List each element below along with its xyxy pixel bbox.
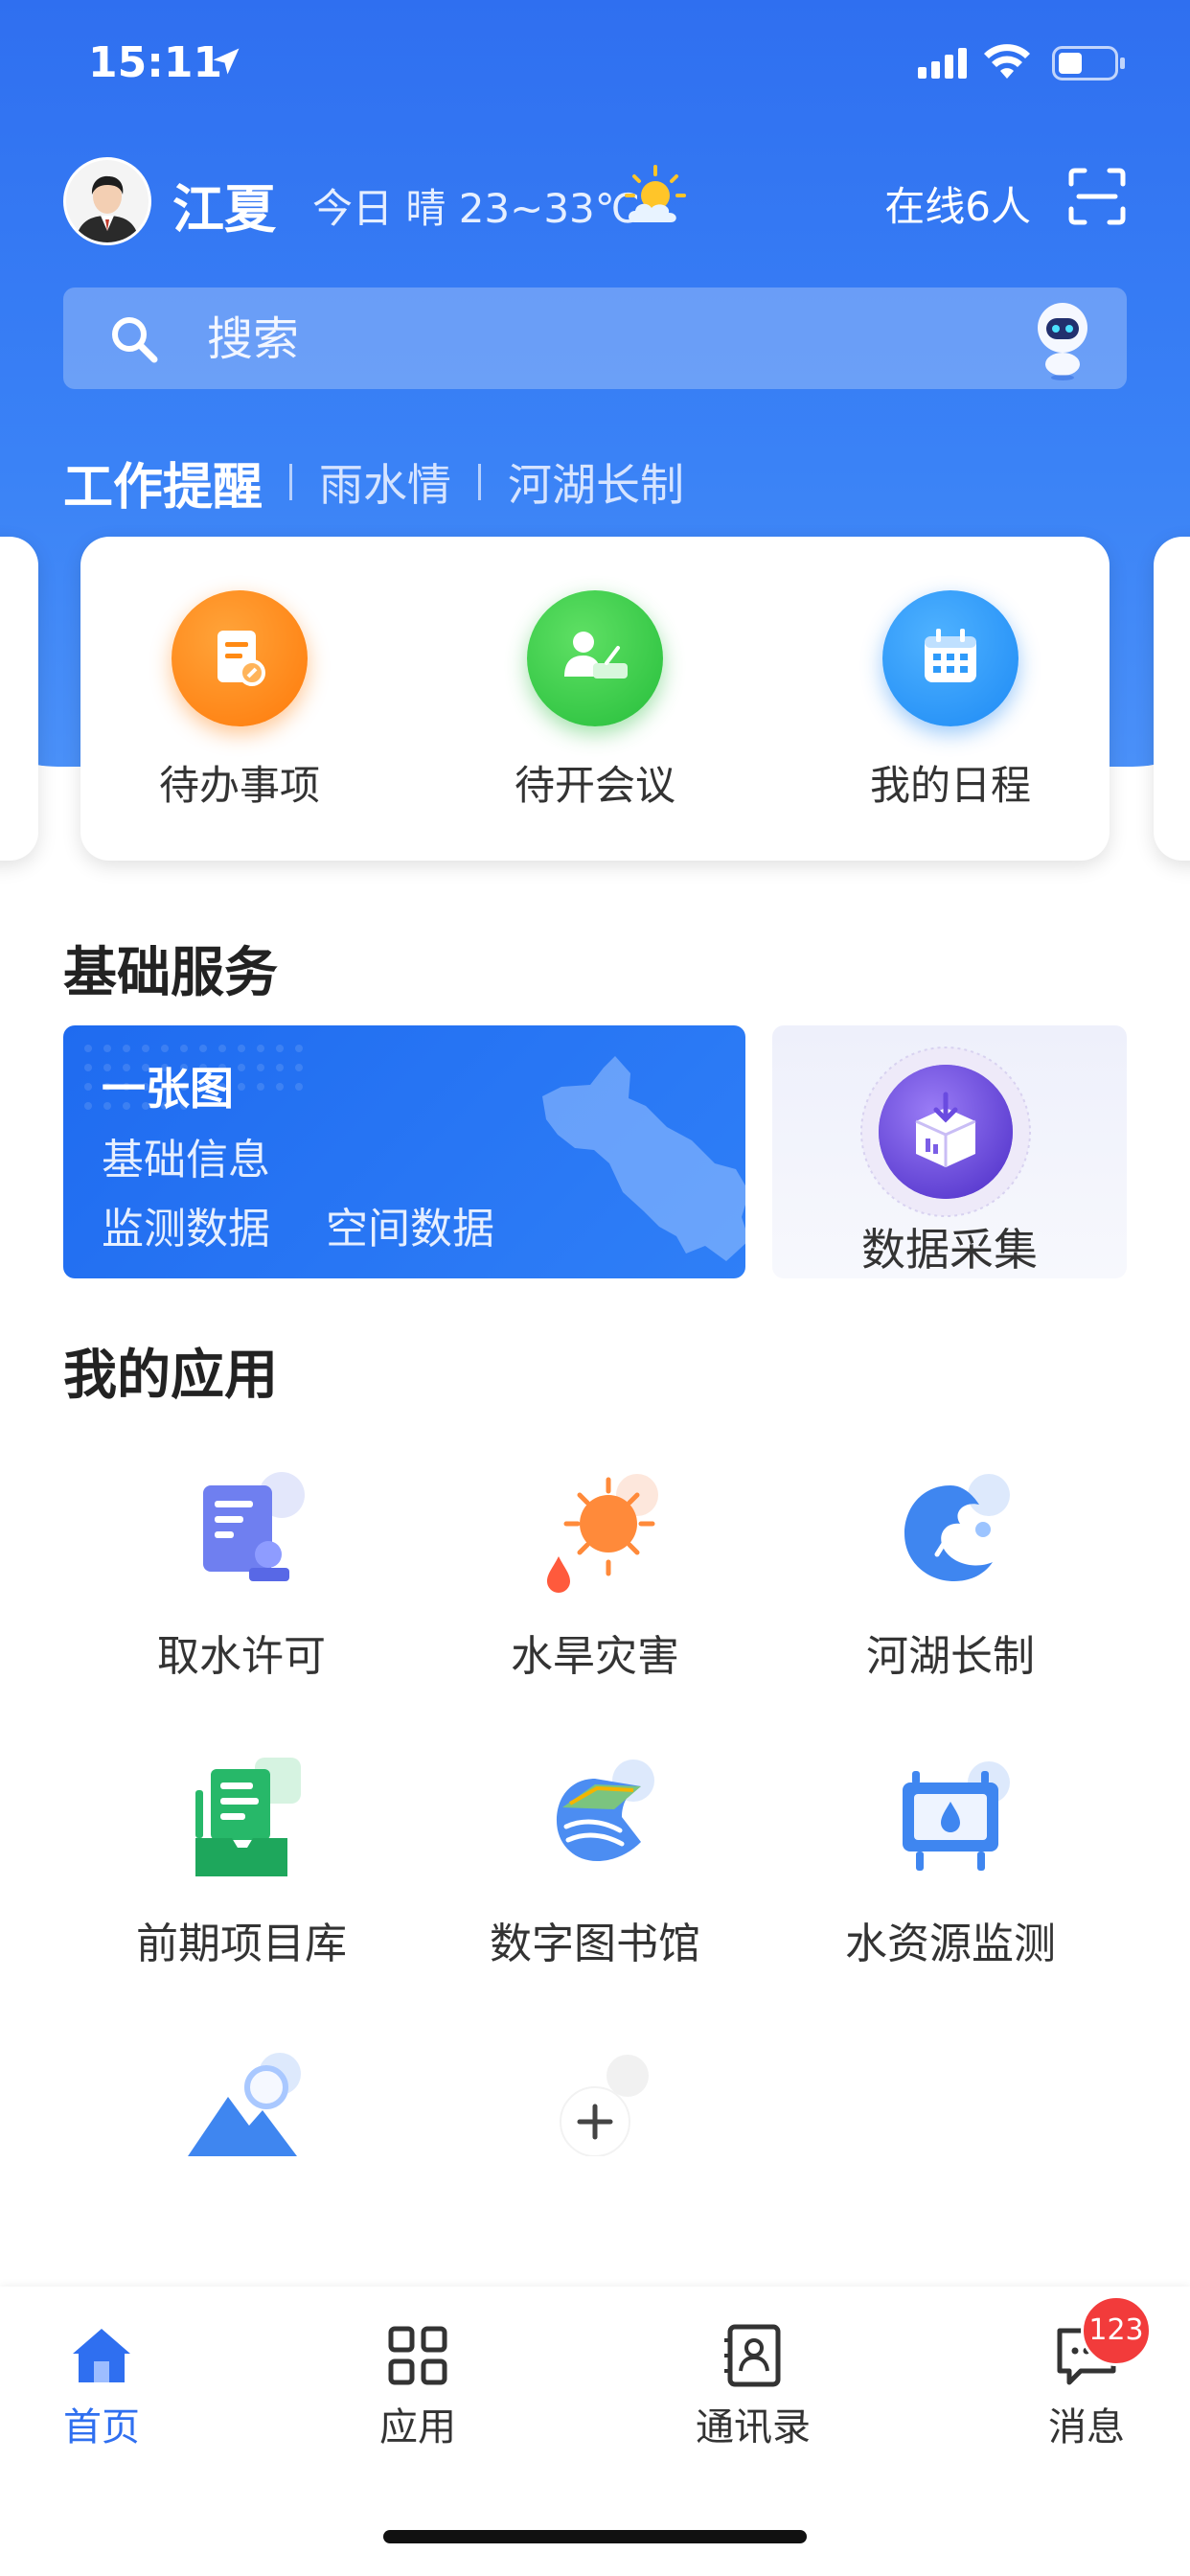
app-label: 取水许可 (157, 1632, 326, 1681)
contacts-icon (719, 2321, 788, 2390)
tabbar-apps[interactable]: 应用 (322, 2321, 514, 2451)
battery-icon (1052, 46, 1125, 80)
app-drought-flood[interactable]: 水旱灾害 (451, 1466, 739, 1683)
todo-icon (172, 590, 308, 726)
partly-sunny-icon (625, 165, 686, 222)
app-water-permit[interactable]: 取水许可 (98, 1466, 385, 1683)
tab-rain-water[interactable]: 雨水情 (319, 450, 451, 514)
water-permit-icon (174, 1466, 309, 1600)
quick-actions-card: 待办事项 待开会议 我的日程 (80, 537, 1110, 861)
tabbar-messages-label: 消息 (1048, 2405, 1125, 2450)
data-collection-card[interactable]: 数据采集 (772, 1025, 1127, 1278)
tabbar-home[interactable]: 首页 (6, 2321, 197, 2451)
location-arrow-icon (213, 48, 240, 75)
drought-flood-icon (528, 1466, 662, 1600)
tabbar-contacts-label: 通讯录 (696, 2405, 811, 2450)
todo-label: 待办事项 (158, 762, 320, 809)
project-library-icon (174, 1754, 309, 1888)
status-time: 15:11 (88, 38, 223, 87)
status-bar: 15:11 (0, 34, 1190, 96)
one-map-card[interactable]: 一张图 基础信息 监测数据 空间数据 (63, 1025, 745, 1278)
calendar-icon (882, 590, 1018, 726)
app-mountain[interactable] (98, 2041, 385, 2177)
water-monitor-icon (883, 1754, 1018, 1888)
meeting-icon (527, 590, 663, 726)
app-water-monitor[interactable]: 水资源监测 (807, 1754, 1094, 1970)
app-label: 前期项目库 (136, 1920, 347, 1968)
tab-river-lake[interactable]: 河湖长制 (508, 450, 684, 514)
wifi-icon (984, 44, 1030, 79)
online-count: 在线6人 (884, 183, 1031, 230)
message-count-badge: 123 (1081, 2295, 1152, 2366)
meeting-item[interactable]: 待开会议 (480, 590, 710, 812)
app-label: 水资源监测 (845, 1920, 1056, 1968)
app-label: 数字图书馆 (490, 1920, 700, 1968)
app-add[interactable] (451, 2041, 739, 2177)
river-lake-icon (883, 1466, 1018, 1600)
app-project-library[interactable]: 前期项目库 (98, 1754, 385, 1970)
home-indicator[interactable] (383, 2530, 807, 2543)
home-icon (67, 2321, 136, 2390)
tab-separator (478, 464, 482, 500)
weather-text: 今日 晴 23~33℃ (312, 185, 640, 232)
province-map-icon (542, 1056, 745, 1261)
one-map-title: 一张图 (102, 1063, 234, 1115)
carousel-next-card[interactable] (1154, 537, 1190, 861)
search-bar[interactable] (63, 288, 1127, 389)
mountain-icon (174, 2041, 309, 2156)
reminder-tabs: 工作提醒 雨水情 河湖长制 (63, 447, 684, 518)
tab-work-reminder[interactable]: 工作提醒 (63, 447, 263, 518)
carousel-prev-card[interactable] (0, 537, 38, 861)
app-label: 河湖长制 (866, 1632, 1035, 1681)
app-digital-library[interactable]: 数字图书馆 (451, 1754, 739, 1970)
tabbar-home-label: 首页 (63, 2405, 140, 2450)
apps-grid-icon (383, 2321, 452, 2390)
tabbar-apps-label: 应用 (379, 2405, 456, 2450)
app-river-lake[interactable]: 河湖长制 (807, 1466, 1094, 1683)
monitoring-data-link[interactable]: 监测数据 (102, 1194, 270, 1255)
tab-separator (289, 464, 293, 500)
my-apps-title: 我的应用 (63, 1345, 278, 1407)
robot-assistant-icon[interactable] (1027, 295, 1098, 381)
schedule-item[interactable]: 我的日程 (835, 590, 1065, 812)
app-label: 水旱灾害 (511, 1632, 679, 1681)
meeting-label: 待开会议 (514, 762, 675, 809)
avatar[interactable] (63, 157, 151, 245)
data-collection-label: 数据采集 (861, 1224, 1038, 1276)
scan-icon[interactable] (1067, 167, 1127, 226)
todo-item[interactable]: 待办事项 (125, 590, 355, 812)
tabbar-contacts[interactable]: 通讯录 (657, 2321, 849, 2451)
city-name[interactable]: 江夏 (172, 167, 276, 242)
basic-info-link[interactable]: 基础信息 (102, 1125, 270, 1186)
data-collection-icon (860, 1046, 1031, 1217)
digital-library-icon (528, 1754, 662, 1888)
header: 江夏 今日 晴 23~33℃ 在线6人 (63, 157, 1127, 245)
schedule-label: 我的日程 (869, 762, 1031, 809)
search-input[interactable] (205, 307, 975, 372)
spatial-data-link[interactable]: 空间数据 (326, 1194, 494, 1255)
cellular-signal-icon (918, 48, 967, 79)
basic-services-title: 基础服务 (63, 942, 278, 1004)
add-icon (528, 2041, 662, 2156)
user-avatar-icon (66, 160, 149, 242)
search-icon (112, 317, 158, 363)
